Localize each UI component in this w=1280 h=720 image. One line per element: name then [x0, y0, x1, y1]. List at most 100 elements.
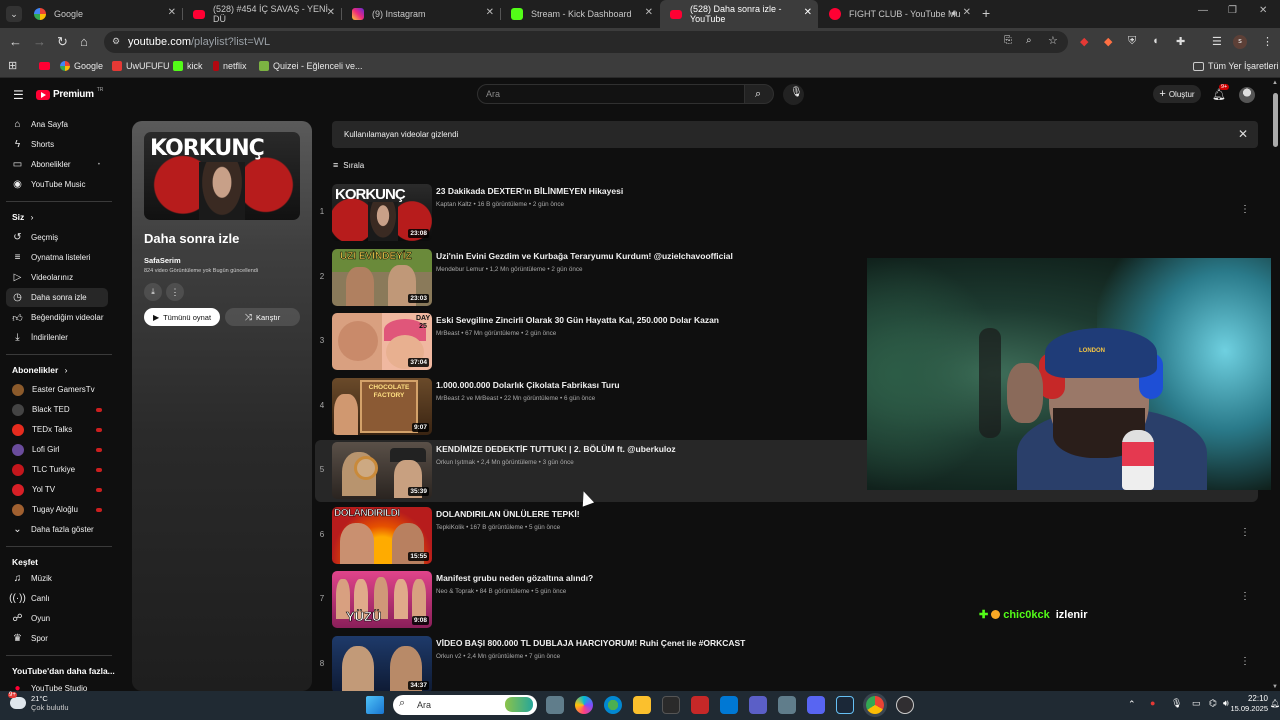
- window-close-button[interactable]: ✕: [1259, 5, 1267, 16]
- close-icon[interactable]: ✕: [1238, 127, 1248, 141]
- more-vert-icon[interactable]: ⋮: [1240, 591, 1250, 602]
- more-vert-icon[interactable]: ⋮: [1262, 35, 1273, 48]
- discord-icon[interactable]: [807, 696, 825, 714]
- video-row[interactable]: 6 DOLANDIRILDI 15:55 DOLANDIRILAN ÜNLÜLE…: [315, 505, 1258, 567]
- shield-icon[interactable]: ⛨: [1128, 35, 1136, 48]
- account-avatar[interactable]: [1239, 87, 1255, 103]
- tab-search-icon[interactable]: ⌄: [6, 6, 22, 22]
- bookmark-uwufufu[interactable]: UwUFUFU: [112, 61, 170, 71]
- minimize-button[interactable]: —: [1198, 5, 1208, 16]
- file-explorer-icon[interactable]: [633, 696, 651, 714]
- youtube-premium-logo[interactable]: Premium TR: [36, 87, 103, 100]
- sidebar-sub-channel[interactable]: TLC Turkiye: [6, 460, 108, 479]
- sidebar-item-liked-videos[interactable]: 👍︎ Beğendiğim videolar: [6, 308, 108, 327]
- close-icon[interactable]: ✕: [327, 7, 335, 18]
- bookmark-netflix[interactable]: netflix: [213, 61, 247, 71]
- scrollbar[interactable]: ▲ ▼: [1271, 79, 1280, 691]
- apps-icon[interactable]: ⊞: [8, 59, 17, 72]
- zoom-icon[interactable]: ⌕: [1026, 35, 1032, 46]
- search-input[interactable]: Ara: [477, 84, 745, 104]
- sidebar-item-your-videos[interactable]: ▷ Videolarınız: [6, 268, 108, 287]
- sidebar-sub-channel[interactable]: Yol TV: [6, 480, 108, 499]
- weather-widget[interactable]: 9+ 21°C Çok bulutlu: [8, 692, 69, 712]
- store-icon[interactable]: [662, 696, 680, 714]
- playlist-owner[interactable]: SafaSerim: [144, 256, 181, 265]
- sidebar-item-playlists[interactable]: ≡ Oynatma listeleri: [6, 248, 108, 267]
- home-icon[interactable]: ⌂: [80, 34, 88, 49]
- puzzle-icon[interactable]: ✚: [1176, 35, 1185, 48]
- outlook-icon[interactable]: [720, 696, 738, 714]
- sidebar-item-downloads[interactable]: ⤓ İndirilenler: [6, 328, 108, 347]
- sidebar-item-youtube-music[interactable]: ◉ YouTube Music: [6, 175, 108, 194]
- sidebar-item-history[interactable]: ↺ Geçmiş: [6, 228, 108, 247]
- chrome-icon[interactable]: [866, 696, 884, 714]
- close-icon[interactable]: ✕: [804, 7, 812, 18]
- profile-avatar[interactable]: s: [1233, 35, 1247, 49]
- new-tab-button[interactable]: +: [982, 5, 990, 21]
- sort-button[interactable]: ≡ Sırala: [333, 160, 364, 170]
- video-thumbnail[interactable]: DOLANDIRILDI 15:55: [332, 507, 432, 564]
- start-icon[interactable]: [366, 696, 384, 714]
- extension-red-icon[interactable]: ◆: [1080, 35, 1088, 48]
- video-thumbnail[interactable]: 35:39: [332, 442, 432, 499]
- sidebar-item-live[interactable]: ((·)) Canlı: [6, 589, 108, 608]
- you-heading[interactable]: Siz ›: [12, 212, 34, 222]
- youtube-bookmark-icon[interactable]: [39, 62, 50, 70]
- extension-icon[interactable]: ◖: [1152, 35, 1159, 47]
- sidebar-item-shorts[interactable]: ϟ Shorts: [6, 135, 108, 154]
- video-title[interactable]: KENDİMİZE DEDEKTİF TUTTUK! | 2. BÖLÜM ft…: [436, 444, 676, 454]
- reload-icon[interactable]: ↻: [57, 34, 68, 50]
- close-icon[interactable]: ✕: [486, 7, 494, 18]
- url-field[interactable]: ⚙ youtube.com/playlist?list=WL ⎘ ⌕ ☆: [104, 31, 1068, 53]
- video-title[interactable]: DOLANDIRILAN ÜNLÜLERE TEPKİ!: [436, 509, 580, 519]
- video-thumbnail[interactable]: 34:37: [332, 636, 432, 691]
- close-icon[interactable]: ✕: [645, 7, 653, 18]
- voice-search-button[interactable]: 🎙︎: [783, 84, 804, 105]
- sidebar-item-subscriptions[interactable]: ▭ Abonelikler •: [6, 155, 108, 174]
- video-title[interactable]: Eski Sevgiline Zincirli Olarak 30 Gün Ha…: [436, 315, 719, 325]
- video-title[interactable]: Uzi'nin Evini Gezdim ve Kurbağa Teraryum…: [436, 251, 733, 261]
- speaker-icon[interactable]: 🔊︎: [951, 8, 957, 19]
- mic-icon[interactable]: 🎙︎: [1171, 698, 1182, 709]
- tray-chevron-icon[interactable]: ⌃: [1128, 699, 1136, 710]
- app-red-icon[interactable]: [691, 696, 709, 714]
- notification-bell-icon[interactable]: 🔔︎: [1270, 699, 1280, 708]
- star-icon[interactable]: ☆: [1048, 34, 1058, 47]
- tab-kick[interactable]: Stream - Kick Dashboard ✕: [501, 0, 659, 28]
- tab-watch-later[interactable]: (528) Daha sonra izle - YouTube ✕: [660, 0, 818, 28]
- video-row[interactable]: 8 34:37 VİDEO BAŞI 800.000 TL DUBLAJA HA…: [315, 634, 1258, 691]
- playlist-more-button[interactable]: ⋮: [166, 283, 184, 301]
- video-thumbnail[interactable]: YÜZÜ 9:08: [332, 571, 432, 628]
- show-more-button[interactable]: ⌄ Daha fazla göster: [6, 520, 108, 539]
- close-icon[interactable]: ✕: [963, 7, 971, 18]
- shuffle-button[interactable]: ⤨ Karıştır: [225, 308, 300, 326]
- subscriptions-heading[interactable]: Abonelikler ›: [12, 365, 68, 375]
- steam-icon[interactable]: [836, 696, 854, 714]
- sidebar-item-sports[interactable]: ♛ Spor: [6, 629, 108, 648]
- restore-button[interactable]: ❐: [1228, 5, 1237, 16]
- video-title[interactable]: VİDEO BAŞI 800.000 TL DUBLAJA HARCIYORUM…: [436, 638, 745, 648]
- playlist-thumbnail[interactable]: KORKUNÇ: [144, 132, 300, 220]
- all-bookmarks[interactable]: Tüm Yer İşaretleri: [1193, 61, 1279, 71]
- more-vert-icon[interactable]: ⋮: [1240, 656, 1250, 667]
- reading-list-icon[interactable]: ☰: [1212, 35, 1222, 48]
- bookmark-google[interactable]: Google: [60, 61, 103, 71]
- search-button[interactable]: ⌕: [744, 84, 774, 104]
- taskbar-search[interactable]: ⌕ Ara: [393, 695, 537, 715]
- sidebar-item-watch-later[interactable]: ◷ Daha sonra izle: [6, 288, 108, 307]
- more-vert-icon[interactable]: ⋮: [1240, 527, 1250, 538]
- sidebar-item-gaming[interactable]: ☍ Oyun: [6, 609, 108, 628]
- play-all-button[interactable]: ▶ Tümünü oynat: [144, 308, 220, 326]
- sidebar-sub-channel[interactable]: Black TED: [6, 400, 108, 419]
- video-title[interactable]: 23 Dakikada DEXTER'ın BİLİNMEYEN Hikayes…: [436, 186, 623, 196]
- menu-icon[interactable]: ☰: [13, 88, 24, 102]
- obs-icon[interactable]: [896, 696, 914, 714]
- task-view-icon[interactable]: [546, 696, 564, 714]
- tab-instagram[interactable]: (9) Instagram ✕: [342, 0, 500, 28]
- create-button[interactable]: + Oluştur: [1153, 85, 1201, 103]
- sidebar-item-home[interactable]: ⌂ Ana Sayfa: [6, 115, 108, 134]
- tab-youtube-music[interactable]: FIGHT CLUB - YouTube Mu 🔊︎ ✕: [819, 0, 977, 28]
- sidebar-sub-channel[interactable]: Tugay Aloğlu: [6, 500, 108, 519]
- video-thumbnail[interactable]: UZI EVİNDEYİZ 23:03: [332, 249, 432, 306]
- video-row[interactable]: 7 YÜZÜ 9:08 Manifest grubu neden gözaltı…: [315, 569, 1258, 631]
